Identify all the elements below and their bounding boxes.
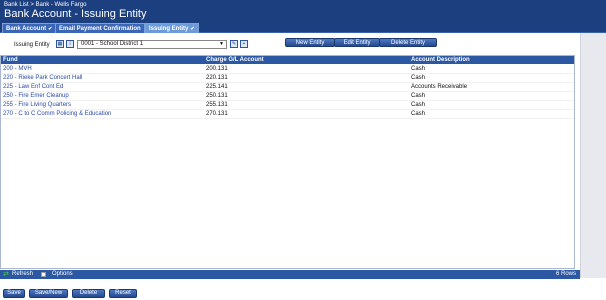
fund-link[interactable]: 220 - Rieke Park Concert Hall: [3, 74, 82, 83]
gl-account-cell: 225.141: [206, 84, 228, 90]
table-row[interactable]: 200 - MVH 200.131 Cash: [1, 65, 574, 74]
table-row[interactable]: 250 - Fire Emer Cleanup 250.131 Cash: [1, 92, 574, 101]
chevron-down-icon: ▼: [219, 41, 224, 47]
column-header-account-description[interactable]: Account Description: [411, 56, 470, 64]
row-count: 6 Rows: [555, 271, 576, 277]
gl-account-cell: 200.131: [206, 66, 228, 72]
checkmark-icon: ✔: [48, 26, 53, 32]
add-icon[interactable]: +: [240, 40, 248, 48]
gl-account-cell: 255.131: [206, 102, 228, 108]
tab-email-payment-confirmation[interactable]: Email Payment Confirmation: [55, 23, 145, 33]
info-icon[interactable]: i: [66, 40, 74, 48]
edit-entity-button[interactable]: Edit Entity: [334, 38, 380, 47]
grid-footer: ⇄ Refresh Options 6 Rows: [0, 270, 580, 279]
gl-account-cell: 250.131: [206, 93, 228, 99]
tab-label: Email Payment Confirmation: [59, 26, 141, 32]
save-new-button[interactable]: Save/New: [29, 289, 68, 298]
fund-link[interactable]: 255 - Fire Living Quarters: [3, 101, 71, 110]
table-row[interactable]: 255 - Fire Living Quarters 255.131 Cash: [1, 101, 574, 110]
page-header: Bank List > Bank - Wells Fargo Bank Acco…: [0, 0, 606, 22]
new-entity-button[interactable]: New Entity: [285, 38, 335, 47]
issuing-entity-select[interactable]: 0001 - School District 1 ▼: [77, 40, 227, 49]
gl-account-cell: 220.131: [206, 75, 228, 81]
tab-bank-account[interactable]: Bank Account ✔: [2, 23, 57, 33]
table-row[interactable]: 220 - Rieke Park Concert Hall 220.131 Ca…: [1, 74, 574, 83]
refresh-icon[interactable]: ⇄: [3, 270, 9, 279]
column-header-fund[interactable]: Fund: [3, 56, 18, 64]
table-row[interactable]: 270 - C to C Comm Policing & Education 2…: [1, 110, 574, 119]
fund-link[interactable]: 225 - Law Enf Cont Ed: [3, 83, 63, 92]
issuing-entity-label: Issuing Entity: [14, 42, 50, 48]
scrollbar[interactable]: [580, 33, 606, 278]
entity-grid: Fund Charge G/L Account Account Descript…: [0, 55, 575, 269]
delete-entity-button[interactable]: Delete Entity: [379, 38, 437, 47]
page-title: Bank Account - Issuing Entity: [4, 8, 147, 20]
description-cell: Cash: [411, 111, 426, 117]
refresh-link[interactable]: Refresh: [12, 270, 33, 279]
column-header-charge-gl-account[interactable]: Charge G/L Account: [206, 56, 264, 64]
fund-link[interactable]: 250 - Fire Emer Cleanup: [3, 92, 69, 101]
options-icon[interactable]: [41, 272, 46, 277]
tab-label: Bank Account: [6, 26, 47, 32]
reset-button[interactable]: Reset: [109, 289, 137, 298]
description-cell: Cash: [411, 102, 426, 108]
description-cell: Accounts Receivable: [411, 84, 468, 90]
gl-account-cell: 270.131: [206, 111, 228, 117]
tab-bar: Bank Account ✔ Email Payment Confirmation…: [0, 22, 606, 33]
checkmark-icon: ✔: [190, 26, 195, 32]
fund-link[interactable]: 270 - C to C Comm Policing & Education: [3, 110, 111, 119]
lookup-icon[interactable]: ▦: [56, 40, 64, 48]
description-cell: Cash: [411, 75, 426, 81]
tab-label: Issuing Entity: [149, 26, 189, 32]
fund-link[interactable]: 200 - MVH: [3, 65, 32, 74]
delete-button[interactable]: Delete: [72, 289, 105, 298]
issuing-entity-value: 0001 - School District 1: [81, 41, 144, 47]
grid-header: Fund Charge G/L Account Account Descript…: [1, 56, 574, 64]
description-cell: Cash: [411, 66, 426, 72]
save-button[interactable]: Save: [3, 289, 25, 298]
description-cell: Cash: [411, 93, 426, 99]
edit-icon[interactable]: ✎: [230, 40, 238, 48]
table-row[interactable]: 225 - Law Enf Cont Ed 225.141 Accounts R…: [1, 83, 574, 92]
options-link[interactable]: Options: [52, 270, 73, 279]
tab-issuing-entity[interactable]: Issuing Entity ✔: [145, 23, 199, 33]
